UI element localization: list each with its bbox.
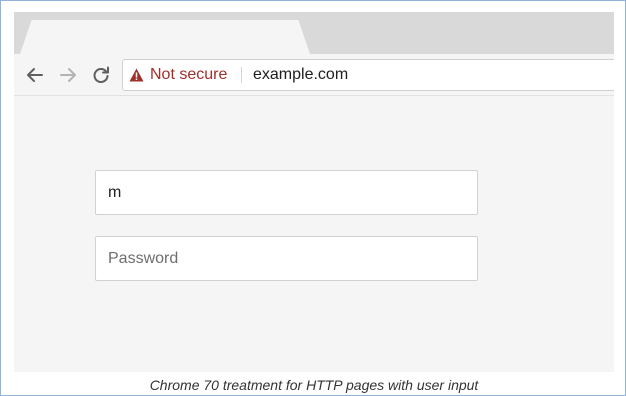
browser-window: Not secure example.com [14,12,614,372]
back-button[interactable] [22,62,48,88]
username-field[interactable] [95,170,478,215]
reload-button[interactable] [88,62,114,88]
arrow-left-icon [27,68,43,82]
password-input[interactable] [96,237,477,280]
security-label: Not secure [150,66,228,83]
omnibox-divider [241,67,242,83]
username-input[interactable] [96,171,477,214]
warning-triangle-icon [129,68,144,82]
security-indicator[interactable]: Not secure [129,60,227,90]
figure-caption: Chrome 70 treatment for HTTP pages with … [149,377,479,393]
tab-strip [14,12,614,54]
address-bar[interactable]: Not secure example.com [122,59,614,91]
url-text[interactable]: example.com [253,60,348,90]
password-field[interactable] [95,236,478,281]
reload-icon [93,66,109,83]
active-tab[interactable] [20,20,310,54]
forward-button[interactable] [55,62,81,88]
arrow-right-icon [60,68,76,82]
browser-toolbar: Not secure example.com [14,54,614,96]
figure-frame: Not secure example.com Chrome 70 treatme… [0,0,626,396]
